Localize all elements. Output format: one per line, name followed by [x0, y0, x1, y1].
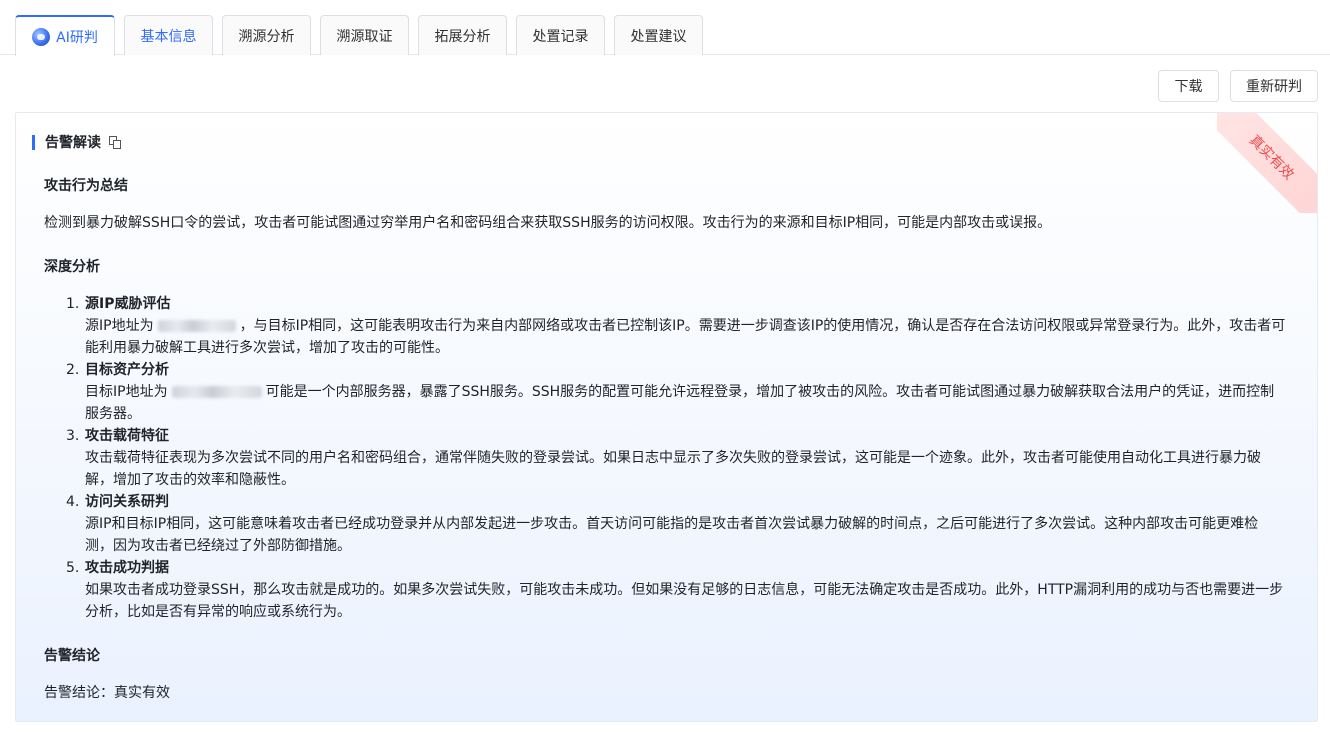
list-item: 1. 源IP威胁评估 源IP地址为 ，与目标IP相同，这可能表明攻击行为来自内部网… — [66, 293, 1286, 359]
list-item: 5. 攻击成功判据 如果攻击者成功登录SSH，那么攻击就是成功的。如果多次尝试失… — [66, 557, 1286, 623]
list-item-desc: 源IP地址为 ，与目标IP相同，这可能表明攻击行为来自内部网络或攻击者已控制该IP… — [66, 315, 1286, 359]
list-item-title: 攻击载荷特征 — [85, 428, 169, 444]
tab-trace-analysis[interactable]: 溯源分析 — [222, 15, 311, 55]
list-item-desc: 攻击载荷特征表现为多次尝试不同的用户名和密码组合，通常伴随失败的登录尝试。如果日… — [85, 450, 1261, 488]
list-item-title: 攻击成功判据 — [85, 560, 169, 576]
section-accent-bar — [32, 134, 35, 150]
tab-label: 溯源取证 — [336, 28, 393, 45]
tab-bar: AI研判 基本信息 溯源分析 溯源取证 拓展分析 处置记录 处置建议 — [0, 0, 1330, 56]
analysis-list: 1. 源IP威胁评估 源IP地址为 ，与目标IP相同，这可能表明攻击行为来自内部网… — [66, 293, 1286, 623]
tab-label: 基本信息 — [140, 28, 197, 45]
list-item-number: 5. — [66, 560, 80, 576]
tab-label: AI研判 — [56, 29, 98, 46]
download-button[interactable]: 下载 — [1158, 70, 1219, 102]
list-item-desc: 如果攻击者成功登录SSH，那么攻击就是成功的。如果多次尝试失败，可能攻击未成功。… — [85, 582, 1284, 620]
copy-icon[interactable] — [109, 135, 122, 149]
list-item-title: 源IP威胁评估 — [85, 296, 171, 312]
tab-ai-judgement[interactable]: AI研判 — [15, 15, 115, 56]
section-title: 告警解读 — [45, 135, 101, 151]
list-item: 3. 攻击载荷特征 攻击载荷特征表现为多次尝试不同的用户名和密码组合，通常伴随失… — [66, 425, 1286, 491]
list-item-number: 3. — [66, 428, 80, 444]
summary-heading: 攻击行为总结 — [44, 178, 128, 194]
verdict-ribbon-label: 真实有效 — [1217, 113, 1317, 213]
rejudge-button[interactable]: 重新研判 — [1230, 70, 1318, 102]
redacted-ip — [171, 386, 262, 398]
alert-interpretation-card: 真实有效 告警解读 攻击行为总结 检测到暴力破解SSH口令的尝试，攻击者可能试图… — [15, 112, 1318, 722]
summary-text: 检测到暴力破解SSH口令的尝试，攻击者可能试图通过穷举用户名和密码组合来获取SS… — [44, 215, 1052, 231]
list-item-number: 1. — [66, 296, 80, 312]
tab-basic-info[interactable]: 基本信息 — [124, 15, 213, 55]
tab-label: 处置建议 — [630, 28, 687, 45]
list-item-desc: 目标IP地址为 可能是一个内部服务器，暴露了SSH服务。SSH服务的配置可能允许远… — [66, 381, 1286, 425]
section-header: 告警解读 — [32, 133, 122, 151]
list-item-title: 访问关系研判 — [85, 494, 169, 510]
deep-analysis-heading: 深度分析 — [44, 259, 100, 275]
list-item-desc: 源IP和目标IP相同，这可能意味着攻击者已经成功登录并从内部发起进一步攻击。首天… — [85, 516, 1259, 554]
tab-handling-advice[interactable]: 处置建议 — [614, 15, 703, 55]
desc-prefix: 源IP地址为 — [85, 318, 154, 334]
ai-assistant-icon — [32, 27, 51, 46]
redacted-ip — [157, 320, 236, 332]
list-item: 2. 目标资产分析 目标IP地址为 可能是一个内部服务器，暴露了SSH服务。SSH… — [66, 359, 1286, 425]
conclusion-text: 告警结论：真实有效 — [44, 685, 170, 701]
list-item-title: 目标资产分析 — [85, 362, 169, 378]
desc-prefix: 目标IP地址为 — [85, 384, 168, 400]
list-item: 4. 访问关系研判 源IP和目标IP相同，这可能意味着攻击者已经成功登录并从内部… — [66, 491, 1286, 557]
tab-handling-records[interactable]: 处置记录 — [516, 15, 605, 55]
list-item-number: 4. — [66, 494, 80, 510]
tab-label: 溯源分析 — [238, 28, 295, 45]
conclusion-heading: 告警结论 — [44, 648, 100, 664]
desc-suffix: 可能是一个内部服务器，暴露了SSH服务。SSH服务的配置可能允许远程登录，增加了… — [85, 384, 1275, 422]
tab-extended-analysis[interactable]: 拓展分析 — [418, 15, 507, 55]
desc-suffix: ，与目标IP相同，这可能表明攻击行为来自内部网络或攻击者已控制该IP。需要进一步… — [85, 318, 1286, 356]
tab-trace-evidence[interactable]: 溯源取证 — [320, 15, 409, 55]
tab-label: 处置记录 — [532, 28, 589, 45]
list-item-number: 2. — [66, 362, 80, 378]
verdict-ribbon: 真实有效 — [1217, 113, 1317, 213]
tab-label: 拓展分析 — [434, 28, 491, 45]
